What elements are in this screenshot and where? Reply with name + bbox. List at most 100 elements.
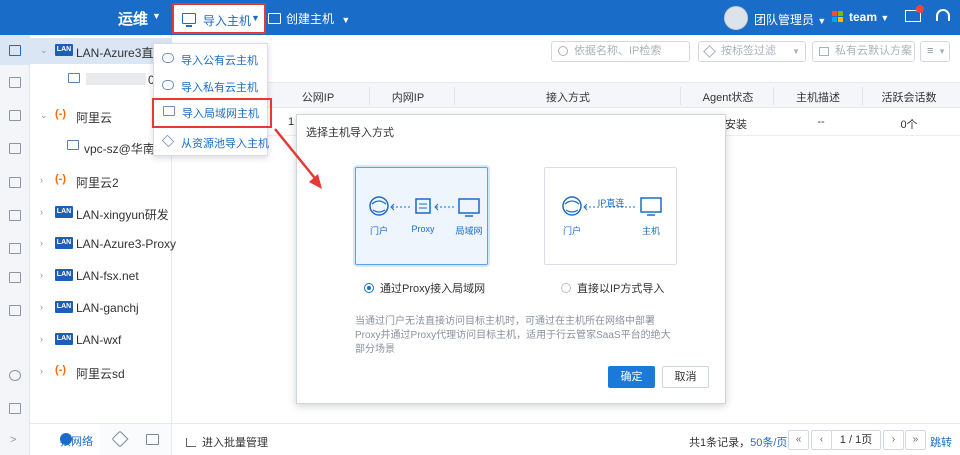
search-input[interactable]: 依据名称、IP检索 bbox=[551, 41, 690, 62]
tree-node[interactable]: › LAN LAN-ganchj bbox=[30, 295, 172, 321]
create-host-menu[interactable]: 创建主机 ▼ bbox=[268, 10, 350, 27]
chevron-right-icon[interactable]: › bbox=[40, 207, 43, 217]
tree-node[interactable]: › LAN LAN-wxf bbox=[30, 327, 172, 353]
next-page-button[interactable]: › bbox=[883, 430, 904, 450]
records-count: 共1条记录， bbox=[689, 437, 751, 449]
network-tree: ⌄ LAN LAN-Azure3直连 0.* ⌄ (-) 阿里云 vpc-sz@… bbox=[30, 35, 176, 423]
headset-icon[interactable] bbox=[936, 9, 950, 21]
proxy-topology-diagram bbox=[369, 196, 480, 217]
pulse-icon[interactable] bbox=[9, 272, 21, 283]
tree-node[interactable]: › LAN LAN-xingyun研发 bbox=[30, 200, 172, 226]
menu-item-import-lan-host[interactable]: 导入局域网主机 bbox=[152, 98, 272, 128]
lan-badge-icon: LAN bbox=[55, 269, 73, 281]
org-chart-icon[interactable] bbox=[9, 77, 21, 88]
direct-ip-radio[interactable]: 直接以IP方式导入 bbox=[561, 280, 664, 296]
create-host-label: 创建主机 bbox=[286, 12, 335, 26]
gear-icon[interactable] bbox=[9, 305, 21, 316]
tag-icon bbox=[703, 45, 716, 58]
jump-link[interactable]: 跳转 bbox=[930, 434, 952, 450]
column-header[interactable]: 公网IP bbox=[302, 89, 334, 105]
tree-node[interactable]: vpc-sz@华南 1 bbox=[30, 134, 172, 160]
import-host-menu[interactable]: 导入主机 ▼ bbox=[172, 3, 266, 34]
chevron-right-icon[interactable]: › bbox=[40, 366, 43, 376]
tree-node-label: 阿里云sd bbox=[76, 367, 125, 381]
user-role-menu[interactable]: 团队管理员 ▼ bbox=[754, 11, 826, 28]
stack-icon bbox=[161, 134, 175, 148]
tab-by-network[interactable]: 按网络 bbox=[30, 424, 100, 455]
lan-badge-icon: LAN bbox=[55, 206, 73, 218]
team-menu[interactable]: team ▼ bbox=[849, 10, 889, 24]
chevron-down-icon[interactable]: ▼ bbox=[152, 11, 161, 21]
proxy-server-icon bbox=[415, 198, 431, 214]
tree-node[interactable]: › (-) 阿里云sd bbox=[30, 359, 172, 385]
records-summary: 共1条记录，50条/页 ▼ bbox=[689, 434, 798, 450]
list-icon[interactable] bbox=[9, 177, 21, 188]
column-header[interactable]: 主机描述 bbox=[796, 89, 840, 105]
import-method-dialog: 选择主机导入方式 门户 Proxy 局域网 IP直连 门户 主机 通过Proxy… bbox=[296, 114, 726, 404]
menu-item-label: 导入公有云主机 bbox=[181, 55, 258, 67]
menu-item-import-public-cloud[interactable]: 导入公有云主机 bbox=[154, 46, 267, 72]
chevron-right-icon[interactable]: › bbox=[40, 334, 43, 344]
column-header[interactable]: 内网IP bbox=[392, 89, 424, 105]
folder-icon[interactable] bbox=[146, 434, 159, 445]
proxy-radio-label: 通过Proxy接入局域网 bbox=[380, 283, 486, 295]
icon-rail: > bbox=[0, 35, 30, 455]
confirm-button[interactable]: 确定 bbox=[608, 366, 655, 388]
first-page-button[interactable]: « bbox=[788, 430, 809, 450]
chevron-right-icon[interactable]: › bbox=[40, 238, 43, 248]
monitor-icon bbox=[640, 197, 662, 213]
sort-icon: ≡ bbox=[927, 45, 934, 57]
chevron-right-icon[interactable]: › bbox=[40, 270, 43, 280]
task-icon[interactable] bbox=[9, 403, 21, 414]
table-cell: -- bbox=[817, 116, 825, 128]
tree-node[interactable]: ⌄ (-) 阿里云 bbox=[30, 103, 172, 129]
chevron-down-icon[interactable]: ⌄ bbox=[40, 110, 48, 121]
tree-node[interactable]: 0.* bbox=[30, 67, 172, 93]
tag-filter-select[interactable]: 按标签过滤 ▼ bbox=[698, 41, 806, 62]
lan-badge-icon: LAN bbox=[55, 237, 73, 249]
chevron-down-icon[interactable]: ⌄ bbox=[40, 45, 48, 56]
tree-node[interactable]: ⌄ LAN LAN-Azure3直连 bbox=[30, 38, 172, 64]
cloud-scheme-select[interactable]: 私有云默认方案 bbox=[812, 41, 915, 62]
aliyun-icon: (-) bbox=[55, 173, 66, 185]
brand-title[interactable]: 运维 bbox=[118, 8, 148, 29]
lan-badge-icon: LAN bbox=[55, 44, 73, 56]
cancel-button[interactable]: 取消 bbox=[662, 366, 709, 388]
expand-rail-icon[interactable]: > bbox=[10, 434, 16, 446]
proxy-option-card[interactable]: 门户 Proxy 局域网 bbox=[355, 167, 488, 265]
tree-node[interactable]: › (-) 阿里云2 bbox=[30, 168, 172, 194]
column-header[interactable]: Agent状态 bbox=[703, 89, 754, 105]
proxy-radio[interactable]: 通过Proxy接入局域网 bbox=[364, 280, 485, 296]
clipboard-icon[interactable] bbox=[9, 210, 21, 221]
direct-ip-radio-label: 直接以IP方式导入 bbox=[577, 283, 665, 295]
sort-button[interactable]: ≡ ▼ bbox=[920, 41, 950, 62]
direct-ip-option-card[interactable]: IP直连 门户 主机 bbox=[544, 167, 677, 265]
tree-node[interactable]: › LAN LAN-fsx.net bbox=[30, 263, 172, 289]
search-icon[interactable] bbox=[9, 370, 21, 381]
list-footer: 进入批量管理 共1条记录，50条/页 ▼ « ‹ 1 / 1页 › » 跳转 bbox=[172, 423, 960, 455]
database-icon[interactable] bbox=[9, 110, 21, 121]
chevron-right-icon[interactable]: › bbox=[40, 302, 43, 312]
column-header[interactable]: 活跃会话数 bbox=[882, 89, 937, 105]
batch-manage-button[interactable]: 进入批量管理 bbox=[186, 434, 268, 450]
last-page-button[interactable]: » bbox=[905, 430, 926, 450]
menu-item-import-from-pool[interactable]: 从资源池导入主机 bbox=[154, 129, 269, 155]
cloud-drive-icon[interactable] bbox=[9, 143, 21, 154]
proxy-label: Proxy bbox=[411, 224, 435, 234]
enter-icon bbox=[186, 438, 196, 447]
windows-logo-icon bbox=[832, 11, 844, 23]
monitor-icon[interactable] bbox=[9, 45, 21, 56]
tree-node[interactable]: › LAN LAN-Azure3-Proxy bbox=[30, 231, 176, 257]
import-host-label: 导入主机 bbox=[203, 14, 252, 28]
direct-ip-topology-diagram bbox=[562, 196, 662, 216]
page-size-select[interactable]: 50条/页 bbox=[750, 437, 787, 449]
tag-icon[interactable] bbox=[111, 430, 129, 448]
tree-node-label: LAN-fsx.net bbox=[76, 269, 139, 283]
avatar[interactable] bbox=[724, 6, 748, 30]
checklist-icon[interactable] bbox=[9, 243, 21, 254]
prev-page-button[interactable]: ‹ bbox=[811, 430, 832, 450]
chevron-right-icon[interactable]: › bbox=[40, 175, 43, 185]
column-header[interactable]: 接入方式 bbox=[546, 89, 590, 105]
tree-node-label: LAN-Azure3直连 bbox=[76, 46, 166, 60]
menu-item-import-private-cloud[interactable]: 导入私有云主机 bbox=[154, 73, 267, 99]
